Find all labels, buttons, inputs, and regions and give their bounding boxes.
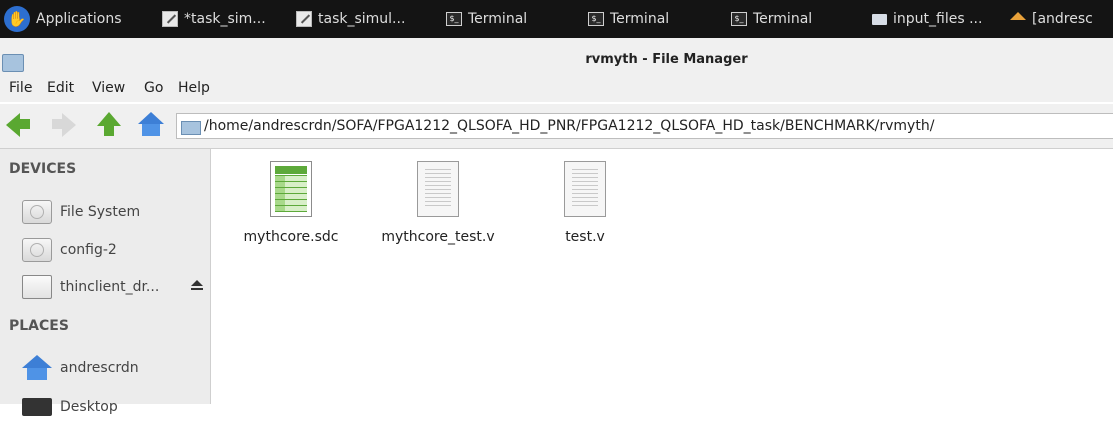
taskbar-label: Terminal — [753, 11, 813, 27]
forward-arrow-icon — [62, 113, 76, 137]
sidebar-item-label: File System — [60, 204, 141, 220]
up-arrow-shaft — [104, 124, 114, 136]
document-page — [564, 161, 606, 217]
home-icon — [138, 112, 164, 124]
sidebar-item-config-2[interactable]: config-2 — [22, 236, 207, 264]
home-wall — [27, 368, 47, 380]
sidebar-item-label: thinclient_dr... — [60, 279, 160, 295]
eject-icon[interactable] — [191, 280, 203, 292]
file-name: test.v — [565, 229, 605, 245]
taskbar-terminal-2[interactable]: $_ Terminal — [588, 0, 669, 38]
taskbar-label: *task_sim... — [184, 11, 266, 27]
window-titlebar[interactable]: rvmyth - File Manager — [0, 38, 1113, 78]
xfce-mouse-icon: ✋ — [4, 6, 30, 32]
menu-help[interactable]: Help — [178, 80, 210, 96]
taskbar-label: input_files ... — [893, 11, 983, 27]
top-panel: ✋ Applications *task_sim... task_simul..… — [0, 0, 1113, 38]
spreadsheet-file-icon — [269, 161, 313, 217]
text-editor-icon — [296, 11, 312, 27]
location-path-text[interactable]: /home/andrescrdn/SOFA/FPGA1212_QLSOFA_HD… — [204, 118, 934, 134]
folder-icon — [181, 121, 201, 135]
terminal-icon: $_ — [446, 12, 462, 26]
taskbar-terminal-1[interactable]: $_ Terminal — [446, 0, 527, 38]
drive-icon — [22, 200, 52, 224]
devices-heading: DEVICES — [9, 161, 77, 177]
terminal-icon: $_ — [731, 12, 747, 26]
taskbar-label: Terminal — [468, 11, 528, 27]
sidebar-item-label: Desktop — [60, 399, 118, 415]
sidebar-item-desktop[interactable]: Desktop — [22, 393, 207, 421]
places-heading: PLACES — [9, 318, 69, 334]
sidebar-item-label: config-2 — [60, 242, 117, 258]
home-roof — [22, 355, 52, 368]
back-arrow-shaft — [18, 119, 30, 129]
text-file-icon — [416, 161, 460, 217]
sidebar-item-label: andrescrdn — [60, 360, 139, 376]
menu-view[interactable]: View — [92, 80, 125, 96]
taskbar-task-sim-1[interactable]: *task_sim... — [162, 0, 266, 38]
spreadsheet-grid — [275, 175, 307, 212]
home-icon-body — [142, 124, 160, 136]
sidebar-item-home[interactable]: andrescrdn — [22, 354, 207, 382]
menu-file[interactable]: File — [9, 80, 32, 96]
document-lines — [572, 169, 598, 209]
file-item-test-v[interactable]: test.v — [520, 161, 650, 271]
eject-bar — [191, 288, 203, 290]
home-folder-icon — [22, 355, 52, 381]
applications-label: Applications — [36, 11, 122, 27]
file-item-mythcore-sdc[interactable]: mythcore.sdc — [226, 161, 356, 271]
taskbar-terminal-3[interactable]: $_ Terminal — [731, 0, 812, 38]
spreadsheet-sheet — [270, 161, 312, 217]
sidebar-item-file-system[interactable]: File System — [22, 198, 207, 226]
taskbar-home[interactable]: [andresc — [1010, 0, 1093, 38]
spreadsheet-header — [275, 166, 307, 174]
folder-icon — [872, 13, 887, 25]
file-view[interactable]: mythcore.sdc mythcore_test.v test.v — [211, 149, 1113, 404]
taskbar-input-files[interactable]: input_files ... — [872, 0, 982, 38]
menubar: File Edit View Go Help — [0, 78, 1113, 102]
taskbar-label: [andresc — [1032, 11, 1093, 27]
text-editor-icon — [162, 11, 178, 27]
applications-menu-button[interactable]: ✋ Applications — [4, 0, 122, 38]
removable-drive-icon — [22, 275, 52, 299]
sidebar: DEVICES File System config-2 thinclient_… — [0, 149, 211, 416]
toolbar: /home/andrescrdn/SOFA/FPGA1212_QLSOFA_HD… — [0, 104, 1113, 149]
parent-folder-button[interactable] — [96, 112, 122, 138]
terminal-icon: $_ — [588, 12, 604, 26]
taskbar-label: Terminal — [610, 11, 670, 27]
taskbar-task-sim-2[interactable]: task_simul... — [296, 0, 405, 38]
sidebar-item-thinclient-drives[interactable]: thinclient_dr... — [22, 273, 207, 301]
taskbar-label: task_simul... — [318, 11, 406, 27]
location-path-field[interactable]: /home/andrescrdn/SOFA/FPGA1212_QLSOFA_HD… — [176, 113, 1113, 139]
document-lines — [425, 169, 451, 209]
document-page — [417, 161, 459, 217]
text-file-icon — [563, 161, 607, 217]
file-name: mythcore.sdc — [243, 229, 339, 245]
drive-icon — [22, 238, 52, 262]
home-button[interactable] — [138, 112, 164, 138]
file-item-mythcore-test-v[interactable]: mythcore_test.v — [373, 161, 503, 271]
window-title: rvmyth - File Manager — [585, 52, 748, 67]
menu-go[interactable]: Go — [144, 80, 163, 96]
menu-edit[interactable]: Edit — [47, 80, 74, 96]
eject-triangle — [191, 280, 203, 286]
back-button[interactable] — [6, 112, 32, 138]
home-icon — [1010, 12, 1026, 20]
forward-button[interactable] — [50, 112, 76, 138]
file-name: mythcore_test.v — [381, 229, 495, 245]
desktop-icon — [22, 398, 52, 416]
